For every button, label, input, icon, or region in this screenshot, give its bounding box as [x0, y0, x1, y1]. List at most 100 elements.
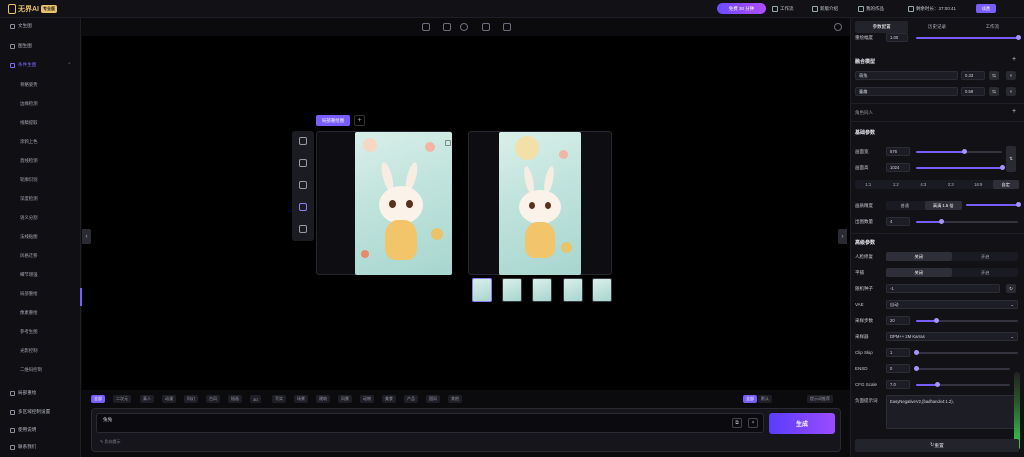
credits-pill[interactable]: 免费 30 分钟 — [717, 3, 766, 14]
source-image[interactable] — [355, 132, 452, 275]
style-chip[interactable]: 插画 — [228, 395, 242, 403]
width-slider[interactable] — [916, 149, 1002, 154]
collapse-left-button[interactable]: ‹ — [82, 229, 91, 244]
result-image[interactable] — [499, 132, 581, 275]
sidebar-subitem[interactable]: 参考生图 — [20, 327, 38, 337]
refresh-seed-icon[interactable]: ↻ — [1006, 284, 1016, 293]
sidebar-subitem[interactable]: 直线检测 — [20, 156, 38, 166]
swap-icon[interactable]: ⇆ — [989, 71, 999, 80]
aspect-ratio-option[interactable]: 4:3 — [910, 180, 937, 189]
brush-icon[interactable] — [299, 203, 307, 211]
strength-input[interactable]: 1.00 — [886, 33, 908, 42]
crop-icon[interactable] — [443, 23, 451, 31]
tab-params[interactable]: 参数配置 — [855, 21, 909, 33]
face-fix-on[interactable]: 开启 — [953, 252, 1019, 261]
add-lora-icon[interactable]: + — [1012, 56, 1016, 63]
collapse-right-button[interactable]: › — [838, 229, 847, 244]
info-icon[interactable] — [834, 23, 842, 31]
swap-icon[interactable]: ⇆ — [989, 87, 999, 96]
image-icon[interactable] — [422, 23, 430, 31]
style-chip[interactable]: 场景 — [294, 395, 308, 403]
fullscreen-icon[interactable] — [503, 23, 511, 31]
strength-slider[interactable] — [916, 35, 1021, 40]
redo-icon[interactable] — [299, 159, 307, 167]
clear-icon[interactable]: × — [748, 418, 758, 428]
sidebar-subitem[interactable]: 局部重绘 — [20, 289, 38, 299]
workflow-link[interactable]: 工作流 — [772, 4, 794, 14]
sidebar-footer-help[interactable]: 使用说明 — [10, 425, 36, 435]
sidebar-subitem[interactable]: 二维码控制 — [20, 365, 42, 375]
eraser-icon[interactable] — [299, 225, 307, 233]
sidebar-item-text2img[interactable]: 文生图 — [10, 21, 32, 31]
sidebar-footer-inpaint[interactable]: 局部重绘 — [10, 388, 36, 398]
swap-dimensions-icon[interactable]: ⇅ — [1006, 146, 1016, 172]
style-chip[interactable]: 动物 — [360, 395, 374, 403]
sidebar-subitem[interactable]: 深度检测 — [20, 194, 38, 204]
lora-weight-input[interactable]: 0.59 — [961, 87, 985, 96]
reset-button[interactable]: ↻ 重置 — [855, 439, 1019, 452]
aspect-ratio-option[interactable]: 自定 — [992, 180, 1019, 189]
clip-skip-input[interactable]: 1 — [886, 348, 910, 357]
cfg-input[interactable]: 7.0 — [886, 380, 910, 389]
tab-workflow[interactable]: 工作流 — [966, 21, 1019, 33]
thumbnail[interactable] — [472, 278, 492, 302]
seed-input[interactable]: -1 — [886, 284, 1000, 293]
renew-button[interactable]: 续费 — [976, 4, 996, 13]
style-chip[interactable]: 产品 — [404, 395, 418, 403]
face-fix-off[interactable]: 关闭 — [886, 252, 952, 261]
prompt-input[interactable]: 兔兔 — [96, 413, 764, 433]
sidebar-subitem[interactable]: 语义分割 — [20, 213, 38, 223]
style-chip[interactable]: 真人 — [140, 395, 154, 403]
tile-on[interactable]: 开启 — [953, 268, 1019, 277]
logo[interactable]: 无界AI 专业版 — [8, 3, 57, 15]
aspect-ratio-option[interactable]: 2:3 — [938, 180, 965, 189]
count-slider[interactable] — [916, 219, 1018, 224]
style-chip[interactable]: 其他 — [448, 395, 462, 403]
scale-option-hd[interactable]: 高清 1.5 倍 — [924, 201, 962, 210]
settings-icon[interactable] — [460, 23, 468, 31]
style-chip[interactable]: 二次元 — [113, 395, 131, 403]
style-chip[interactable]: 国风 — [426, 395, 440, 403]
lora-select[interactable]: 萌兔 — [855, 71, 958, 80]
remove-icon[interactable]: × — [1006, 87, 1016, 96]
scale-slider[interactable] — [966, 202, 1021, 207]
copy-icon[interactable] — [445, 140, 451, 146]
sidebar-subitem[interactable]: 细节增强 — [20, 270, 38, 280]
scale-option-normal[interactable]: 普通 — [886, 201, 924, 210]
sampler-select[interactable]: DPM++ 2M Karras ⌄ — [886, 332, 1018, 341]
sidebar-subitem[interactable]: 涂鸦上色 — [20, 137, 38, 147]
aspect-ratio-option[interactable]: 16:9 — [965, 180, 992, 189]
sidebar-footer-contact[interactable]: 联系我们 — [10, 442, 36, 452]
sidebar-subitem[interactable]: 风格迁移 — [20, 251, 38, 261]
negative-prompt-textarea[interactable]: EasyNegativeV2,(badhandv4:1.2), — [886, 395, 1018, 429]
tile-off[interactable]: 关闭 — [886, 268, 952, 277]
ensd-input[interactable]: 0 — [886, 364, 910, 373]
style-chip[interactable]: 美食 — [382, 395, 396, 403]
aspect-ratio-option[interactable]: 1:2 — [883, 180, 910, 189]
sidebar-subitem[interactable]: 边缘检测 — [20, 99, 38, 109]
style-chip[interactable]: 风景 — [338, 395, 352, 403]
clip-skip-slider[interactable] — [913, 350, 1018, 355]
thumbnail[interactable] — [563, 278, 583, 302]
style-chip[interactable]: 科幻 — [184, 395, 198, 403]
move-icon[interactable] — [299, 181, 307, 189]
sidebar-subitem[interactable]: 轮廓识别 — [20, 175, 38, 185]
steps-input[interactable]: 20 — [886, 316, 910, 325]
add-image-button[interactable]: + — [354, 115, 365, 126]
new-intro-link[interactable]: 新版介绍 — [812, 4, 838, 14]
aspect-ratio-option[interactable]: 1:1 — [855, 180, 882, 189]
count-input[interactable]: 4 — [886, 217, 910, 226]
style-chip[interactable]: 3D — [250, 395, 262, 403]
my-works-link[interactable]: 我的作品 — [858, 4, 884, 14]
add-role-icon[interactable]: + — [1012, 108, 1016, 115]
thumbnail[interactable] — [502, 278, 522, 302]
cfg-slider[interactable] — [916, 382, 1010, 387]
thumbnail[interactable] — [592, 278, 612, 302]
ensd-slider[interactable] — [913, 366, 1010, 371]
style-chip[interactable]: 古风 — [206, 395, 220, 403]
sidebar-subitem[interactable]: 像素重绘 — [20, 308, 38, 318]
sidebar-subitem[interactable]: 线稿提取 — [20, 118, 38, 128]
height-slider[interactable] — [916, 165, 1005, 170]
sidebar-subitem[interactable]: 骨骼姿势 — [20, 80, 38, 90]
sidebar-footer-region[interactable]: 多区域控制设置 — [10, 407, 50, 417]
